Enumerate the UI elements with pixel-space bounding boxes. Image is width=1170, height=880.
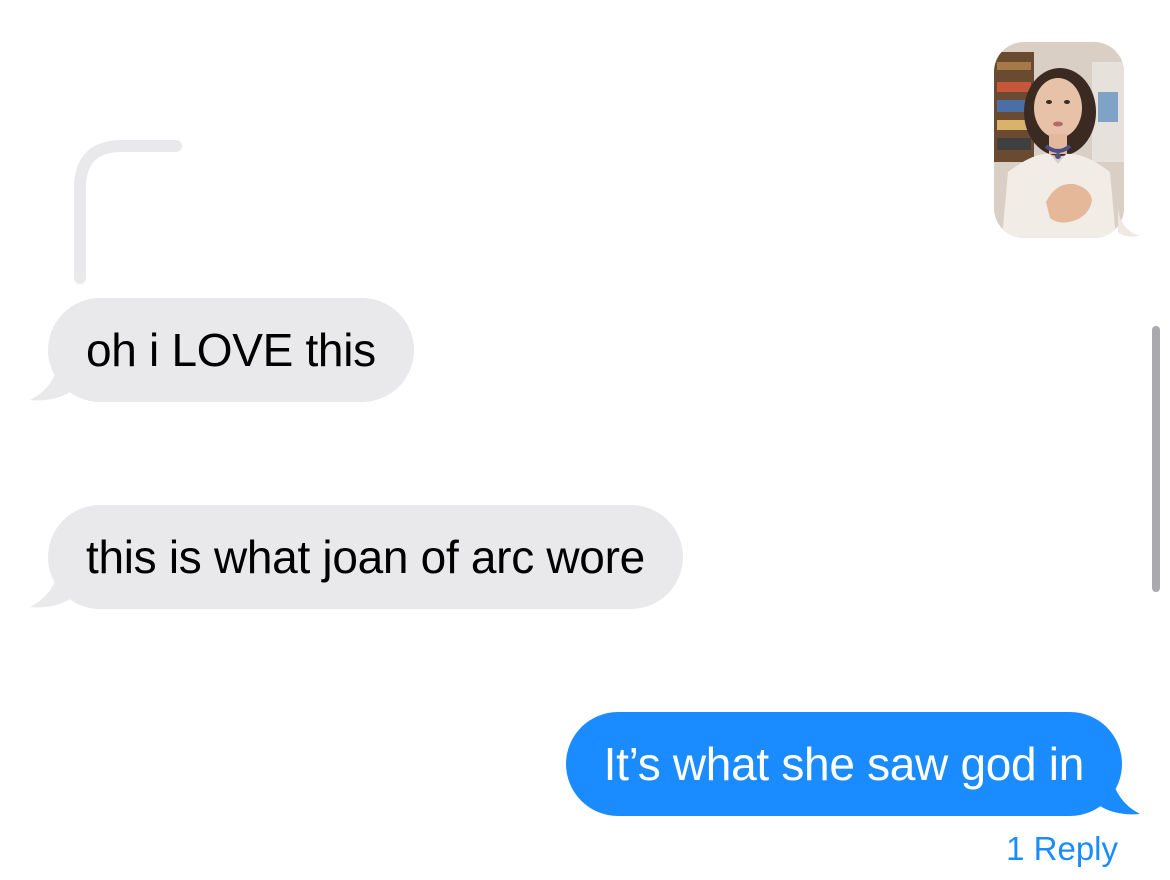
- sent-photo[interactable]: [994, 42, 1124, 238]
- photo-bubble-tail: [1118, 208, 1140, 237]
- incoming-message-bubble[interactable]: this is what joan of arc wore: [48, 505, 683, 609]
- message-text: this is what joan of arc wore: [86, 531, 645, 583]
- message-text: It’s what she saw god in: [603, 738, 1085, 790]
- reply-thread-line: [74, 140, 182, 284]
- outgoing-message-bubble[interactable]: It’s what she saw god in: [565, 712, 1122, 816]
- sent-photo-message[interactable]: [994, 42, 1140, 238]
- scroll-indicator[interactable]: [1152, 326, 1160, 592]
- photo-thumbnail-icon: [994, 42, 1124, 238]
- reply-count-link[interactable]: 1 Reply: [1006, 830, 1118, 868]
- incoming-message-bubble[interactable]: oh i LOVE this: [48, 298, 414, 402]
- message-text: oh i LOVE this: [86, 324, 376, 376]
